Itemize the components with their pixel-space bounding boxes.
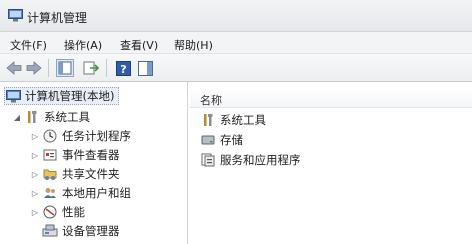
column-header-name[interactable]: 名称 bbox=[190, 88, 472, 108]
menu-view[interactable]: 查看(V) bbox=[120, 37, 158, 53]
expand-arrow-icon[interactable]: ▷ bbox=[30, 170, 40, 179]
tree-item-label: 性能 bbox=[62, 205, 85, 219]
list-item-label: 存储 bbox=[220, 133, 243, 147]
menu-action[interactable]: 操作(A) bbox=[64, 37, 102, 53]
action-pane-icon[interactable] bbox=[136, 59, 154, 77]
storage-icon bbox=[200, 132, 216, 148]
toolbar-separator bbox=[106, 59, 107, 77]
event-viewer-icon bbox=[42, 147, 58, 163]
list-item-system-tools[interactable]: 系统工具 bbox=[200, 111, 266, 129]
console-tree: 计算机管理(本地) ◢ 系统工具 ▷ 任务计划程序 ▷ 事件查看器 ▷ 共享文件… bbox=[0, 82, 188, 244]
export-list-icon[interactable] bbox=[82, 59, 100, 77]
tree-item-system-tools[interactable]: ◢ 系统工具 bbox=[12, 108, 90, 126]
help-icon[interactable]: ? bbox=[114, 59, 132, 77]
window-title: 计算机管理 bbox=[27, 11, 88, 25]
menu-file[interactable]: 文件(F) bbox=[10, 37, 47, 53]
expand-arrow-icon[interactable]: ▷ bbox=[30, 151, 40, 160]
tree-item-label: 任务计划程序 bbox=[62, 129, 131, 143]
tree-item-local-users[interactable]: ▷ 本地用户和组 bbox=[30, 184, 131, 202]
svg-text:?: ? bbox=[120, 63, 126, 76]
users-icon bbox=[42, 185, 58, 201]
expand-arrow-icon[interactable]: ▷ bbox=[30, 189, 40, 198]
back-icon[interactable] bbox=[5, 59, 23, 77]
list-item-label: 服务和应用程序 bbox=[220, 153, 301, 167]
expand-arrow-icon[interactable]: ▷ bbox=[30, 208, 40, 217]
list-item-storage[interactable]: 存储 bbox=[200, 131, 243, 149]
menu-help[interactable]: 帮助(H) bbox=[174, 37, 213, 53]
clock-icon bbox=[42, 128, 58, 144]
forward-icon[interactable] bbox=[25, 59, 43, 77]
performance-icon bbox=[42, 204, 58, 220]
tree-item-label: 本地用户和组 bbox=[62, 186, 131, 200]
tree-item-task-scheduler[interactable]: ▷ 任务计划程序 bbox=[30, 127, 131, 145]
tree-item-event-viewer[interactable]: ▷ 事件查看器 bbox=[30, 146, 120, 164]
toolbar-separator bbox=[48, 59, 49, 77]
device-manager-icon bbox=[42, 223, 58, 239]
tools-icon bbox=[200, 112, 216, 128]
services-icon bbox=[200, 152, 216, 168]
tree-item-label: 共享文件夹 bbox=[62, 167, 120, 181]
tree-root-label: 计算机管理(本地) bbox=[25, 89, 115, 103]
tree-item-performance[interactable]: ▷ 性能 bbox=[30, 203, 85, 221]
tree-item-label: 设备管理器 bbox=[62, 224, 120, 238]
computer-management-icon bbox=[8, 9, 23, 22]
show-hide-tree-icon[interactable] bbox=[56, 59, 74, 77]
list-item-label: 系统工具 bbox=[220, 113, 266, 127]
toolbar: ? bbox=[0, 54, 472, 82]
tree-item-label: 事件查看器 bbox=[62, 148, 120, 162]
title-bar: 计算机管理 bbox=[0, 0, 472, 32]
computer-management-icon bbox=[5, 88, 21, 104]
expand-arrow-icon[interactable]: ▷ bbox=[30, 132, 40, 141]
tree-root[interactable]: 计算机管理(本地) bbox=[4, 87, 120, 105]
list-item-services-apps[interactable]: 服务和应用程序 bbox=[200, 151, 301, 169]
column-header-label: 名称 bbox=[200, 94, 222, 107]
tree-item-shared-folders[interactable]: ▷ 共享文件夹 bbox=[30, 165, 120, 183]
collapse-arrow-icon[interactable]: ◢ bbox=[12, 113, 22, 122]
tree-item-device-manager[interactable]: 设备管理器 bbox=[42, 222, 120, 240]
menu-bar: 文件(F) 操作(A) 查看(V) 帮助(H) bbox=[0, 32, 472, 54]
tree-item-label: 系统工具 bbox=[44, 110, 90, 124]
results-pane: 名称 系统工具 存储 服务和应用程序 bbox=[190, 82, 472, 244]
tools-icon bbox=[24, 109, 40, 125]
shared-folder-icon bbox=[42, 166, 58, 182]
